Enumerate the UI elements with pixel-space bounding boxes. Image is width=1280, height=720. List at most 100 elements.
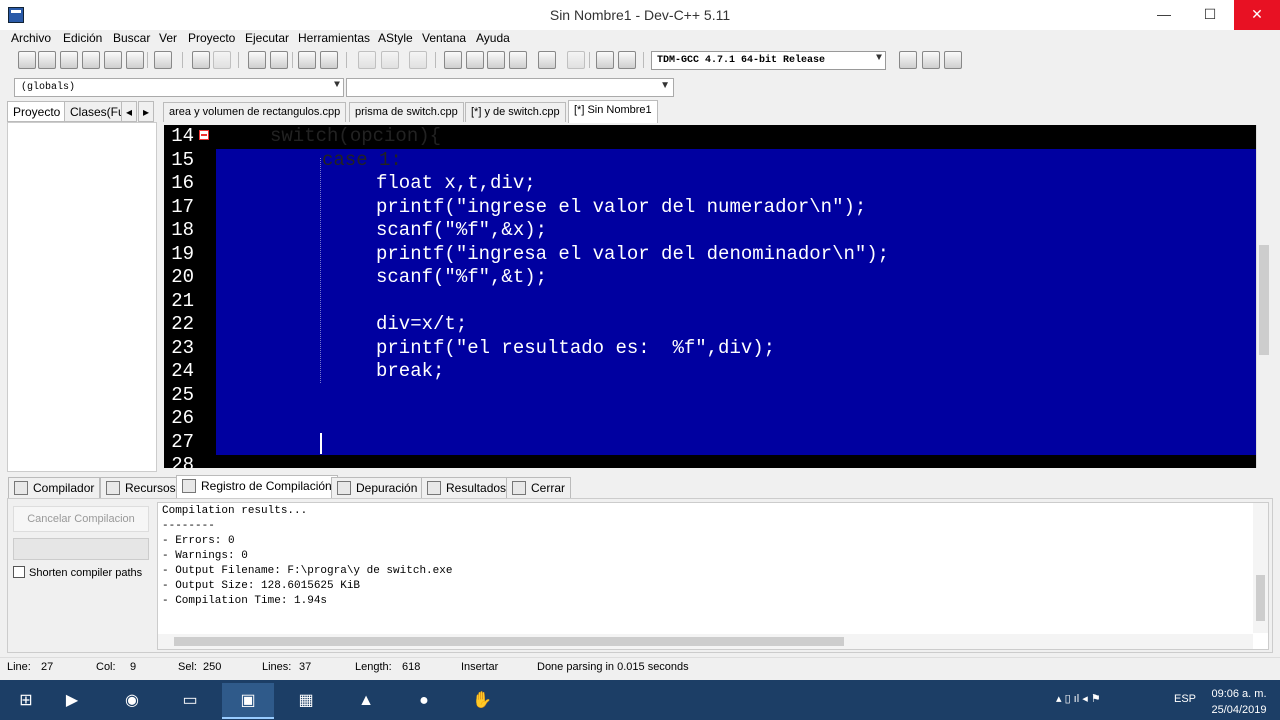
file-tab-prisma[interactable]: prisma de switch.cpp [349, 102, 464, 122]
log-vertical-scrollbar[interactable] [1253, 503, 1268, 633]
windows-start-icon[interactable]: ⊞ [0, 683, 52, 719]
language-indicator[interactable]: ESP [1174, 693, 1196, 705]
open-file-icon[interactable] [38, 51, 56, 69]
menu-edicion[interactable]: Edición [63, 31, 102, 45]
menu-ver[interactable]: Ver [159, 31, 177, 45]
forward-icon[interactable] [381, 51, 399, 69]
code-line: div=x/t; [376, 313, 468, 335]
tab-scroll-left-icon[interactable]: ◂ [121, 101, 138, 122]
line-number: 21 [171, 289, 194, 312]
vlc-icon[interactable]: ▲ [340, 683, 392, 719]
code-line: printf("ingresa el valor del denominador… [376, 242, 890, 265]
editor-scrollbar[interactable] [1256, 125, 1271, 468]
code-line: break; [376, 360, 445, 382]
menu-herramientas[interactable]: Herramientas [298, 31, 370, 45]
goto-icon[interactable] [409, 51, 427, 69]
menu-archivo[interactable]: Archivo [11, 31, 51, 45]
compiler-select[interactable]: TDM-GCC 4.7.1 64-bit Release ▼ [651, 51, 886, 70]
replace-icon[interactable] [270, 51, 288, 69]
log-line: -------- [162, 520, 215, 532]
clock-date: 25/04/2019 [1211, 704, 1267, 716]
log-line: - Warnings: 0 [162, 550, 248, 562]
close-file-icon[interactable] [104, 51, 122, 69]
menu-ejecutar[interactable]: Ejecutar [245, 31, 289, 45]
file-tab-sin-nombre[interactable]: [*] Sin Nombre1 [568, 100, 658, 123]
log-horizontal-scrollbar[interactable] [158, 634, 1253, 649]
line-number: 14 [171, 125, 194, 147]
project-browser [7, 122, 157, 472]
code-line: switch(opcion){ [270, 125, 442, 147]
save-all-icon[interactable] [82, 51, 100, 69]
redo-icon[interactable] [213, 51, 231, 69]
code-line: scanf("%f",&x); [376, 219, 548, 241]
log-line: - Output Filename: F:\progra\y de switch… [162, 565, 453, 577]
project-add-icon[interactable] [466, 51, 484, 69]
maximize-button[interactable]: ☐ [1187, 0, 1233, 30]
tray-icons[interactable]: ▴ ▯ ıl ◂ ⚑ [1056, 692, 1101, 705]
log-line: Compilation results... [162, 505, 308, 517]
project-options-icon[interactable] [509, 51, 527, 69]
save-icon[interactable] [60, 51, 78, 69]
cancel-compilation-button[interactable]: Cancelar Compilacion [13, 506, 149, 532]
menu-ventana[interactable]: Ventana [422, 31, 466, 45]
check-icon [337, 481, 351, 495]
fold-icon[interactable] [199, 130, 209, 140]
menu-astyle[interactable]: AStyle [378, 31, 413, 45]
tab-depuracion[interactable]: Depuración [331, 477, 424, 498]
tab-recursos[interactable]: Recursos [100, 477, 182, 498]
file-tab-y-switch[interactable]: [*] y de switch.cpp [465, 102, 566, 122]
checkbox-icon[interactable] [13, 566, 25, 578]
tab-resultados[interactable]: Resultados [421, 477, 513, 498]
menu-buscar[interactable]: Buscar [113, 31, 150, 45]
hand-app-icon[interactable]: ✋ [456, 683, 508, 719]
status-lines: 37 [299, 661, 312, 673]
shorten-paths-checkbox[interactable]: Shorten compiler paths [13, 566, 142, 579]
chrome-icon[interactable]: ● [398, 683, 450, 719]
close-button[interactable]: ✕ [1234, 0, 1280, 30]
print-icon[interactable] [154, 51, 172, 69]
compile-log[interactable]: Compilation results... -------- - Errors: … [157, 502, 1269, 650]
clock[interactable]: 09:06 a. m. 25/04/2019 [1206, 686, 1272, 718]
menu-proyecto[interactable]: Proyecto [188, 31, 235, 45]
back-icon[interactable] [358, 51, 376, 69]
unindent-icon[interactable] [320, 51, 338, 69]
explorer-icon[interactable]: ▭ [164, 683, 216, 719]
project-remove-icon[interactable] [487, 51, 505, 69]
profile-icon[interactable] [618, 51, 636, 69]
tab-cerrar[interactable]: Cerrar [506, 477, 572, 498]
project-new-icon[interactable] [444, 51, 462, 69]
globals-select[interactable]: (globals) ▼ [14, 78, 344, 97]
chart-icon[interactable] [596, 51, 614, 69]
ie-icon[interactable]: ◉ [106, 683, 158, 719]
bookmark-icon[interactable] [944, 51, 962, 69]
new-file-icon[interactable] [18, 51, 36, 69]
compiler-options-icon[interactable] [899, 51, 917, 69]
file-tab-area[interactable]: area y volumen de rectangulos.cpp [163, 102, 347, 122]
tab-compilador[interactable]: Compilador [8, 477, 101, 498]
menu-ayuda[interactable]: Ayuda [476, 31, 510, 45]
tab-proyecto[interactable]: Proyecto [7, 101, 67, 122]
stop-icon[interactable] [567, 51, 585, 69]
minimize-button[interactable]: — [1141, 0, 1187, 30]
line-number: 17 [171, 195, 194, 218]
shorten-paths-label: Shorten compiler paths [29, 567, 143, 579]
line-number: 28 [171, 454, 194, 468]
tab-registro-label: Registro de Compilación [201, 479, 332, 493]
indent-icon[interactable] [298, 51, 316, 69]
check-icon[interactable] [922, 51, 940, 69]
find-icon[interactable] [248, 51, 266, 69]
tab-scroll-right-icon[interactable]: ▸ [138, 101, 155, 122]
compile-icon[interactable] [538, 51, 556, 69]
code-editor[interactable]: 14 switch(opcion){15 case 1: 16 float x,t,di… [164, 125, 1256, 468]
media-player-icon[interactable]: ▶ [46, 683, 98, 719]
line-number: 26 [171, 407, 194, 429]
close-all-icon[interactable] [126, 51, 144, 69]
function-select[interactable]: ▼ [346, 78, 674, 97]
line-number: 19 [171, 242, 194, 265]
tab-registro[interactable]: Registro de Compilación [176, 475, 338, 499]
word-icon[interactable]: ▦ [280, 683, 332, 719]
undo-icon[interactable] [192, 51, 210, 69]
code-line: printf("el resultado es: %f",div); [376, 336, 776, 359]
devcpp-taskbar-icon[interactable]: ▣ [222, 683, 274, 719]
status-col: 9 [130, 661, 137, 673]
